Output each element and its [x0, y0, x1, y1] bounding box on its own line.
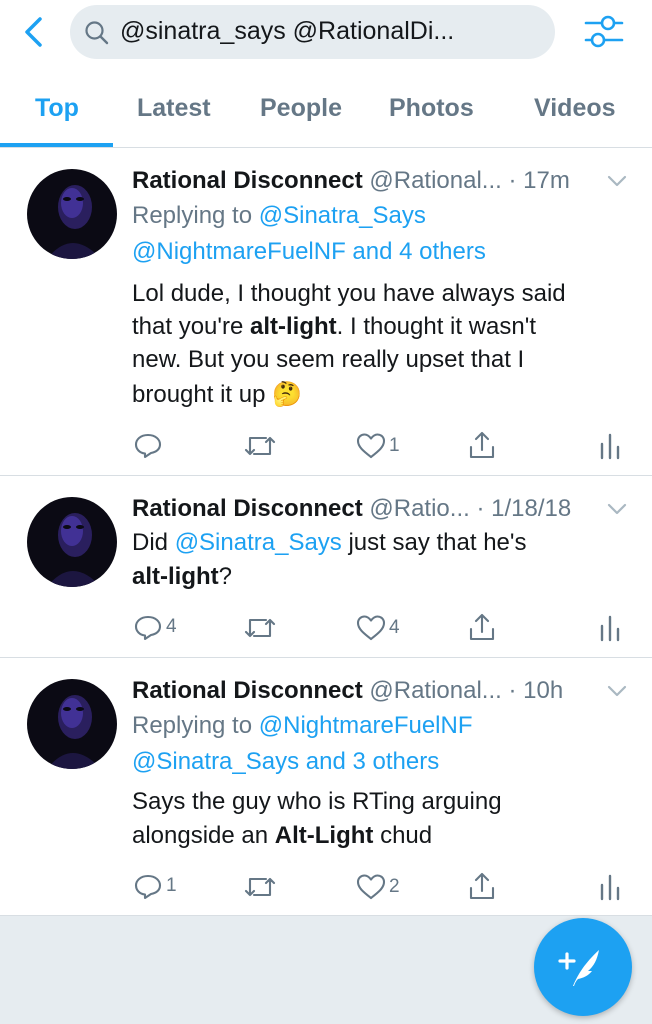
- mention-link[interactable]: @NightmareFuelNF: [132, 238, 346, 265]
- mention-link[interactable]: @Sinatra_Says: [259, 202, 426, 229]
- tab-top[interactable]: Top: [35, 94, 79, 123]
- search-tabs: Top Latest People Photos Videos: [0, 66, 652, 148]
- compose-tweet-icon: [558, 950, 599, 986]
- reply-count: 1: [166, 875, 177, 896]
- top-bar: @sinatra_says @RationalDi...: [0, 0, 652, 66]
- author-handle[interactable]: @Rational...: [369, 167, 501, 194]
- like-heart-icon: [356, 433, 386, 459]
- retweet-button[interactable]: [244, 616, 284, 646]
- mention-link[interactable]: @Sinatra_Says: [175, 529, 342, 556]
- avatar[interactable]: [27, 497, 117, 587]
- tab-latest[interactable]: Latest: [137, 94, 211, 123]
- chevron-down-icon[interactable]: [606, 174, 628, 188]
- analytics-icon: [600, 874, 620, 901]
- search-input[interactable]: @sinatra_says @RationalDi...: [70, 5, 555, 59]
- tab-videos[interactable]: Videos: [534, 94, 616, 123]
- author-handle[interactable]: @Rational...: [369, 677, 501, 704]
- chevron-down-icon[interactable]: [606, 502, 628, 516]
- others-link[interactable]: 4 others: [399, 238, 486, 265]
- tweet-time: · 10h: [508, 677, 564, 704]
- reply-button[interactable]: [134, 431, 174, 461]
- share-button[interactable]: [467, 430, 497, 460]
- reply-context-more: @NightmareFuelNF and 4 others: [132, 238, 486, 265]
- retweet-icon: [244, 877, 276, 897]
- others-link[interactable]: 3 others: [353, 748, 440, 775]
- analytics-button[interactable]: [598, 432, 622, 462]
- analytics-icon: [600, 615, 620, 642]
- tweet-card[interactable]: Rational Disconnect @Rational... · 17m R…: [0, 148, 652, 476]
- avatar-image: [27, 497, 117, 587]
- search-icon: [85, 21, 109, 45]
- back-button[interactable]: [20, 16, 48, 48]
- avatar[interactable]: [27, 169, 117, 259]
- share-button[interactable]: [467, 612, 497, 642]
- reply-icon: [134, 615, 162, 641]
- tweet-time: · 17m: [508, 167, 570, 194]
- reply-count: 4: [166, 616, 177, 637]
- like-button[interactable]: 2: [356, 873, 406, 903]
- share-icon: [469, 872, 495, 900]
- mention-link[interactable]: @Sinatra_Says: [132, 748, 299, 775]
- reply-icon: [134, 874, 162, 900]
- like-heart-icon: [356, 874, 386, 900]
- like-count: 1: [389, 435, 400, 456]
- tab-photos[interactable]: Photos: [389, 94, 474, 123]
- active-tab-indicator: [0, 143, 113, 147]
- like-heart-icon: [356, 615, 386, 641]
- author-name[interactable]: Rational Disconnect: [132, 495, 363, 522]
- share-button[interactable]: [467, 871, 497, 901]
- author-name[interactable]: Rational Disconnect: [132, 677, 363, 704]
- author-name[interactable]: Rational Disconnect: [132, 167, 363, 194]
- analytics-button[interactable]: [598, 873, 622, 903]
- search-filter-button[interactable]: [584, 14, 624, 50]
- avatar[interactable]: [27, 679, 117, 769]
- analytics-button[interactable]: [598, 614, 622, 644]
- share-icon: [469, 613, 495, 641]
- retweet-button[interactable]: [244, 875, 284, 905]
- thinking-face-emoji: 🤔: [272, 380, 302, 408]
- avatar-image: [27, 169, 117, 259]
- like-button[interactable]: 1: [356, 432, 406, 462]
- filter-sliders-icon: [584, 15, 624, 48]
- tab-people[interactable]: People: [260, 94, 342, 123]
- tweet-card[interactable]: Rational Disconnect @Ratio... · 1/18/18 …: [0, 476, 652, 658]
- back-chevron-icon: [25, 17, 42, 47]
- search-query-text: @sinatra_says @RationalDi...: [120, 17, 455, 45]
- compose-tweet-button[interactable]: [534, 918, 632, 1016]
- share-icon: [469, 431, 495, 459]
- analytics-icon: [600, 433, 620, 460]
- tweet-card[interactable]: Rational Disconnect @Rational... · 10h R…: [0, 658, 652, 916]
- retweet-icon: [244, 436, 276, 456]
- reply-context-more: @Sinatra_Says and 3 others: [132, 748, 440, 775]
- reply-context: Replying to @Sinatra_Says: [132, 202, 426, 229]
- like-button[interactable]: 4: [356, 614, 406, 644]
- avatar-image: [27, 679, 117, 769]
- retweet-icon: [244, 618, 276, 638]
- like-count: 2: [389, 876, 400, 897]
- reply-button[interactable]: 4: [134, 613, 184, 643]
- reply-context: Replying to @NightmareFuelNF: [132, 712, 473, 739]
- reply-button[interactable]: 1: [134, 872, 184, 902]
- like-count: 4: [389, 617, 400, 638]
- tweet-time: · 1/18/18: [476, 495, 572, 522]
- mention-link[interactable]: @NightmareFuelNF: [259, 712, 473, 739]
- author-handle[interactable]: @Ratio...: [369, 495, 469, 522]
- chevron-down-icon[interactable]: [606, 684, 628, 698]
- reply-icon: [134, 433, 162, 459]
- retweet-button[interactable]: [244, 434, 284, 464]
